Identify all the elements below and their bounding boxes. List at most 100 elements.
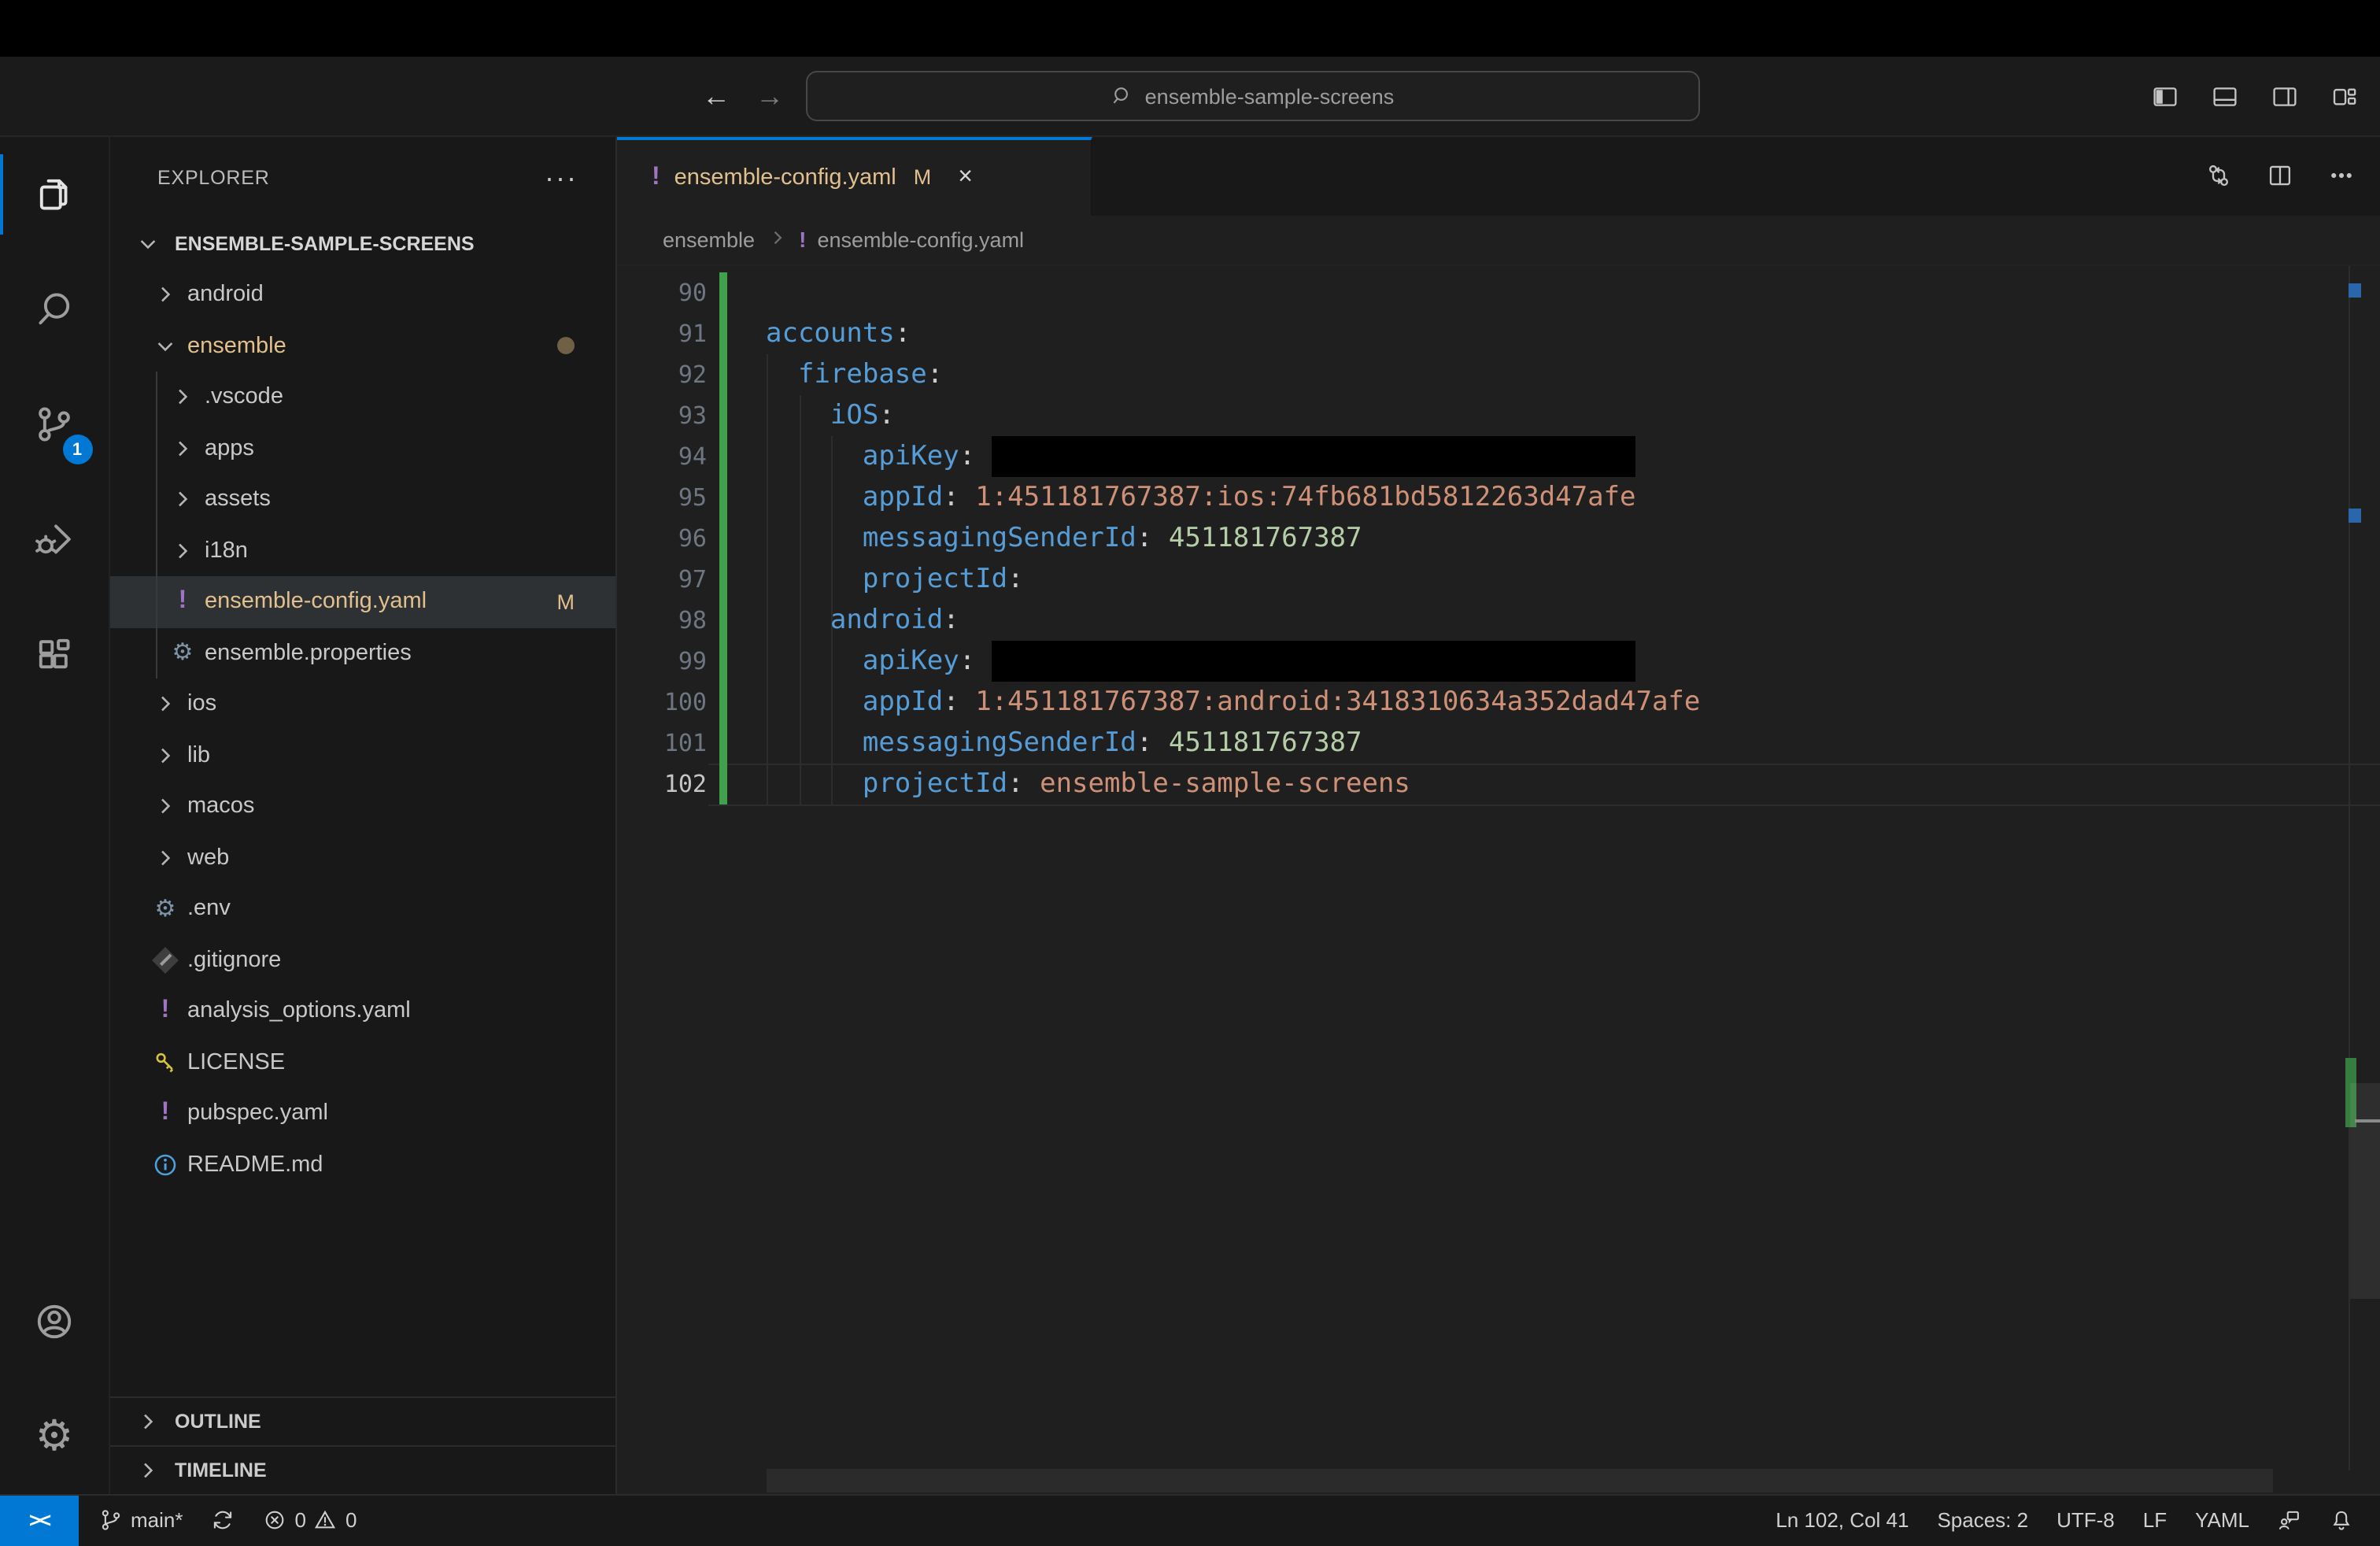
tree-item-label: analysis_options.yaml [187, 998, 411, 1024]
back-button[interactable]: ← [702, 80, 730, 113]
tree-item-web[interactable]: web [110, 832, 615, 883]
tree-item-pubspec-yaml[interactable]: ! pubspec.yaml [110, 1088, 615, 1139]
line-number: 101 [663, 728, 707, 756]
workspace-root-folder[interactable]: ENSEMBLE-SAMPLE-SCREENS [110, 219, 615, 269]
activity-explorer[interactable] [0, 137, 109, 252]
tree-item-apps[interactable]: apps [110, 423, 615, 474]
tree-item-label: macos [187, 793, 255, 819]
horizontal-scrollbar[interactable] [767, 1469, 2273, 1492]
tree-item-analysis-options-yaml[interactable]: ! analysis_options.yaml [110, 986, 615, 1037]
tree-item-android[interactable]: android [110, 269, 615, 320]
forward-button[interactable]: → [756, 80, 784, 113]
code-text: appId: 1:451181767387:android:3418310634… [862, 686, 1701, 717]
code-line-99[interactable]: 99 apiKey: [617, 640, 2380, 681]
code-line-94[interactable]: 94 apiKey: [617, 435, 2380, 476]
git-added-gutter [719, 394, 726, 435]
overview-mark-blue [2349, 283, 2361, 297]
cursor-position[interactable]: Ln 102, Col 41 [1761, 1509, 1923, 1533]
tree-item--env[interactable]: ⚙ .env [110, 883, 615, 934]
info-icon [150, 1152, 181, 1178]
more-actions-icon[interactable] [2328, 163, 2355, 190]
tree-item-macos[interactable]: macos [110, 781, 615, 832]
toggle-panel-icon[interactable] [2212, 83, 2238, 109]
code-line-101[interactable]: 101 messagingSenderId: 451181767387 [617, 722, 2380, 763]
code-line-100[interactable]: 100 appId: 1:451181767387:android:341831… [617, 681, 2380, 722]
code-line-92[interactable]: 92 firebase: [617, 353, 2380, 394]
chevron-right-icon [150, 692, 181, 717]
feedback-item[interactable] [2264, 1509, 2315, 1533]
tree-item-readme-md[interactable]: README.md [110, 1139, 615, 1190]
code-line-93[interactable]: 93 iOS: [617, 394, 2380, 435]
tree-item-label: i18n [205, 538, 248, 564]
code-line-97[interactable]: 97 projectId: [617, 558, 2380, 599]
account-icon [37, 1304, 72, 1339]
error-icon [266, 1511, 284, 1529]
menu-bar-strip [0, 0, 2380, 57]
activity-settings[interactable]: ⚙ [0, 1379, 109, 1494]
outline-section[interactable]: OUTLINE [110, 1396, 615, 1445]
open-changes-icon[interactable] [2205, 163, 2232, 190]
line-number: 93 [678, 401, 707, 429]
breadcrumb-file[interactable]: ensemble-config.yaml [817, 227, 1024, 251]
tree-indent-guide [155, 372, 157, 679]
command-center[interactable]: ensemble-sample-screens [806, 71, 1700, 121]
notifications-item[interactable] [2315, 1509, 2367, 1533]
tree-item-label: ios [187, 691, 217, 717]
tree-item-ensemble[interactable]: ensemble [110, 320, 615, 372]
toggle-secondary-sidebar-icon[interactable] [2271, 83, 2298, 109]
tree-item-license[interactable]: LICENSE [110, 1037, 615, 1088]
tree-item--vscode[interactable]: .vscode [110, 372, 615, 423]
activity-accounts[interactable] [0, 1264, 109, 1379]
tree-item-i18n[interactable]: i18n [110, 525, 615, 576]
customize-layout-icon[interactable] [2331, 83, 2358, 109]
vertical-scrollbar[interactable] [2350, 1082, 2380, 1298]
split-editor-icon[interactable] [2267, 163, 2293, 190]
code-text: apiKey: [726, 640, 1635, 681]
git-added-gutter [719, 599, 726, 640]
code-editor[interactable]: 90 91 accounts: 92 firebase: 93 iOS: 94 apiKe… [617, 265, 2380, 1494]
encoding[interactable]: UTF-8 [2042, 1509, 2129, 1533]
code-line-95[interactable]: 95 appId: 1:451181767387:ios:74fb681bd58… [617, 476, 2380, 517]
chevron-right-icon [167, 487, 198, 512]
tree-item-ensemble-properties[interactable]: ⚙ ensemble.properties [110, 627, 615, 679]
tree-item-assets[interactable]: assets [110, 474, 615, 525]
timeline-section[interactable]: TIMELINE [110, 1445, 615, 1494]
code-line-91[interactable]: 91 accounts: [617, 313, 2380, 353]
indentation[interactable]: Spaces: 2 [1923, 1509, 2042, 1533]
chevron-right-icon [132, 1458, 164, 1483]
tree-item-ios[interactable]: ios [110, 679, 615, 730]
git-added-gutter [719, 476, 726, 517]
problems-item[interactable]: 0 0 [249, 1509, 371, 1533]
branch-item[interactable]: main* [85, 1509, 198, 1533]
tree-item-ensemble-config-yaml[interactable]: ! ensemble-config.yaml M [110, 576, 615, 627]
toggle-primary-sidebar-icon[interactable] [2152, 83, 2179, 109]
eol-sequence[interactable]: LF [2129, 1509, 2181, 1533]
tree-item-label: README.md [187, 1152, 323, 1178]
activity-bar: 1 ⚙ [0, 137, 110, 1494]
code-line-90[interactable]: 90 [617, 272, 2380, 313]
code-line-102[interactable]: 102 projectId: ensemble-sample-screens [617, 763, 2380, 804]
git-added-gutter [719, 558, 726, 599]
status-bar: >< main* 0 0 Ln 102, Col 41 Spaces: 2 UT… [0, 1494, 2380, 1545]
code-text: messagingSenderId: 451181767387 [862, 522, 1362, 553]
activity-source-control[interactable]: 1 [0, 367, 109, 482]
activity-search[interactable] [0, 252, 109, 367]
git-added-gutter [719, 763, 726, 804]
code-line-96[interactable]: 96 messagingSenderId: 451181767387 [617, 517, 2380, 558]
tab-ensemble-config[interactable]: ! ensemble-config.yaml M × [617, 137, 1092, 215]
code-lines: 90 91 accounts: 92 firebase: 93 iOS: 94 apiKe… [617, 272, 2380, 804]
tree-item--gitignore[interactable]: .gitignore [110, 934, 615, 986]
activity-run-debug[interactable] [0, 482, 109, 597]
breadcrumb-folder[interactable]: ensemble [663, 227, 755, 251]
tree-item-lib[interactable]: lib [110, 730, 615, 781]
remote-indicator[interactable]: >< [0, 1496, 79, 1545]
workspace-root-label: ENSEMBLE-SAMPLE-SCREENS [175, 233, 475, 255]
git-added-gutter [719, 517, 726, 558]
close-icon[interactable]: × [958, 164, 973, 192]
sync-item[interactable] [198, 1509, 249, 1533]
language-mode[interactable]: YAML [2181, 1509, 2264, 1533]
line-number: 92 [678, 360, 707, 388]
code-line-98[interactable]: 98 android: [617, 599, 2380, 640]
explorer-more-actions[interactable]: ··· [545, 161, 578, 194]
activity-extensions[interactable] [0, 597, 109, 712]
